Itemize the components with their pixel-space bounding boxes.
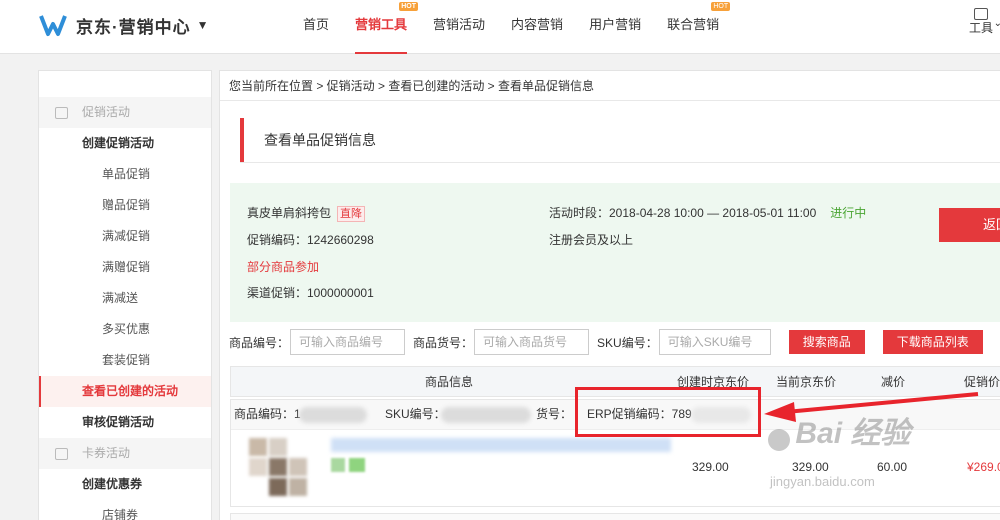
sku-input[interactable] [658, 329, 771, 355]
nav-item[interactable]: 用户营销 [576, 0, 654, 54]
discount: 60.00 [877, 460, 908, 474]
promo-code: 促销编码：1242660298 [247, 233, 374, 247]
jd-logo-icon [39, 15, 67, 36]
watermark: Bai 经验 jingyan.baidu.com [766, 408, 911, 489]
sidebar-item-create-promotion[interactable]: 创建促销活动 [39, 128, 211, 159]
nav-item-label: 营销工具 [355, 17, 408, 32]
col-product-info: 商品信息 [425, 375, 474, 389]
sidebar-group-coupons[interactable]: 卡券活动 [39, 438, 211, 469]
top-bar: 京东·营销中心 ▼ 首页 营销工具 HOT 营销活动 内容营销 用户营销 联合营销 HOT 工… [0, 0, 1000, 54]
channel-promo: 渠道促销：1000000001 [247, 286, 374, 300]
promo-period: 活动时段：2018-04-28 10:00 — 2018-05-01 11:00 [549, 206, 817, 220]
gift-icon [55, 106, 68, 119]
divider [240, 162, 1000, 163]
highlight-box [575, 387, 761, 437]
main-panel: 您当前所在位置 > 促销活动 > 查看已创建的活动 > 查看单品促销信息 查看单… [219, 70, 1000, 520]
sidebar-item-reduce-and-give[interactable]: 满减送 [39, 283, 211, 314]
page-title: 查看单品促销信息 [240, 118, 376, 162]
download-button[interactable]: 下载商品列表 [882, 330, 983, 354]
product-tag [331, 458, 345, 472]
card-icon [55, 447, 68, 460]
sidebar-group-promotions[interactable]: 促销活动 [39, 97, 211, 128]
new-badge: HOT [711, 2, 731, 11]
sidebar-item-gift-promo[interactable]: 赠品促销 [39, 190, 211, 221]
nav-item[interactable]: 营销活动 [420, 0, 498, 54]
nav-item[interactable]: 联合营销 HOT [654, 0, 732, 54]
status-text: 进行中 [830, 206, 867, 220]
goods-no-input[interactable] [474, 329, 590, 355]
breadcrumb: 您当前所在位置 > 促销活动 > 查看已创建的活动 > 查看单品促销信息 [220, 71, 1000, 101]
item-no-label: 商品编号： [229, 335, 290, 350]
sidebar-item-bundle[interactable]: 套装促销 [39, 345, 211, 376]
nav-item-label: 用户营销 [589, 17, 642, 32]
member-level: 注册会员及以上 [549, 233, 634, 247]
nav-item-label: 联合营销 [667, 17, 720, 32]
new-badge: HOT [399, 2, 419, 11]
nav-item-label: 首页 [303, 17, 330, 32]
current-price: 329.00 [792, 460, 829, 474]
nav-item[interactable]: 营销工具 HOT [342, 0, 420, 54]
toolbox-icon [974, 8, 988, 20]
partial-participation-link[interactable]: 部分商品参加 [247, 258, 319, 275]
product-title-link[interactable] [331, 438, 671, 452]
product-image [289, 458, 307, 476]
back-button[interactable]: 返回 [939, 208, 1000, 242]
item-no-input[interactable] [290, 329, 406, 355]
watermark-text: Bai 经验 [795, 417, 911, 450]
sidebar-group-label: 促销活动 [82, 105, 131, 119]
chevron-down-icon: ⌄ [993, 18, 1000, 29]
tools-button[interactable]: 工具 ⌄ [966, 8, 1000, 35]
sidebar-item-create-coupon[interactable]: 创建优惠券 [39, 469, 211, 500]
product-image [269, 458, 287, 476]
status-badge: 直降 [337, 206, 366, 222]
sidebar-item-shop-coupon[interactable]: 店铺券 [39, 500, 211, 520]
masked-value [441, 400, 531, 428]
sidebar-group-label: 卡券活动 [82, 446, 131, 460]
promotion-info-panel: 真皮单肩斜挎包 直降 促销编码：1242660298 部分商品参加 渠道促销：10… [230, 183, 1000, 322]
search-bar: 商品编号： 商品货号： SKU编号： 搜索商品 下载商品列表 [229, 329, 983, 355]
sidebar-item-view-created[interactable]: 查看已创建的活动 [39, 376, 211, 407]
main-nav: 首页 营销工具 HOT 营销活动 内容营销 用户营销 联合营销 HOT [290, 0, 732, 54]
sidebar-item-full-reduction[interactable]: 满减促销 [39, 221, 211, 252]
product-image [269, 478, 287, 496]
masked-value [299, 400, 367, 428]
paw-icon [768, 428, 790, 451]
create-price: 329.00 [692, 460, 729, 474]
sku-label: SKU编号： [597, 335, 658, 350]
brand-name: 京东·营销中心 [76, 17, 191, 37]
search-button[interactable]: 搜索商品 [788, 330, 865, 354]
table-footer [230, 513, 1000, 520]
product-image[interactable] [249, 438, 267, 456]
product-image [249, 458, 267, 476]
product-name: 真皮单肩斜挎包 [247, 206, 332, 220]
logo[interactable]: 京东·营销中心 ▼ [38, 12, 209, 38]
sku-label: SKU编号： [385, 407, 446, 421]
nav-item-label: 内容营销 [511, 17, 564, 32]
goods-no-label: 商品货号： [413, 335, 474, 350]
item-code: 商品编码：1 [234, 407, 301, 421]
watermark-url: jingyan.baidu.com [770, 474, 875, 489]
product-image [269, 438, 287, 456]
sidebar-item-full-gift[interactable]: 满赠促销 [39, 252, 211, 283]
sidebar-item-review-promotion[interactable]: 审核促销活动 [39, 407, 211, 438]
goods-no: 货号： [536, 407, 573, 421]
promo-price: ¥269.0 [967, 460, 1000, 474]
nav-item-label: 营销活动 [433, 17, 486, 32]
sidebar-item-single-promo[interactable]: 单品促销 [39, 159, 211, 190]
tools-label: 工具 [968, 21, 993, 35]
product-image [289, 478, 307, 496]
nav-item[interactable]: 首页 [290, 0, 342, 54]
sidebar-item-multi-buy[interactable]: 多买优惠 [39, 314, 211, 345]
product-name-row: 真皮单肩斜挎包 直降 [247, 204, 366, 222]
product-tag [349, 458, 365, 472]
brand-dropdown-icon[interactable]: ▼ [197, 18, 209, 32]
period-row: 活动时段：2018-04-28 10:00 — 2018-05-01 11:00… [549, 204, 866, 221]
nav-item[interactable]: 内容营销 [498, 0, 576, 54]
sidebar: 促销活动 创建促销活动 单品促销 赠品促销 满减促销 满赠促销 满减送 多买优惠… [38, 70, 212, 520]
